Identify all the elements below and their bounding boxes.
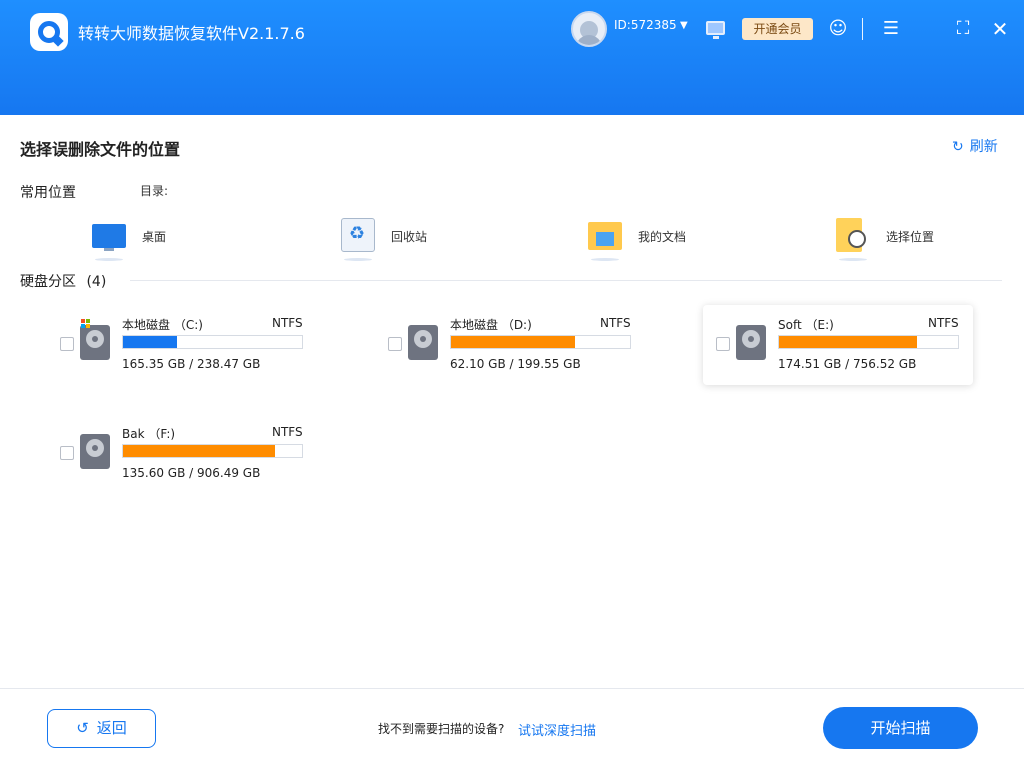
location-label: 我的文档 <box>638 230 687 244</box>
partition-title: 硬盘分区 <box>20 274 76 290</box>
deep-scan-link[interactable]: 试试深度扫描 <box>518 720 596 739</box>
refresh-label: 刷新 <box>969 139 998 155</box>
divider <box>862 18 863 40</box>
select-location-icon <box>836 218 866 252</box>
drive-filesystem: NTFS <box>600 316 631 330</box>
drive-filesystem: NTFS <box>928 316 959 330</box>
refresh-button[interactable]: ↻ 刷新 <box>952 136 998 156</box>
documents-folder-icon <box>588 222 622 250</box>
directory-label: 目录: <box>140 184 169 198</box>
location-select[interactable]: 选择位置 <box>836 218 946 264</box>
start-scan-button[interactable]: 开始扫描 <box>823 707 978 749</box>
drive-name: 本地磁盘 （D:) <box>450 318 532 332</box>
location-recycle-bin[interactable]: 回收站 <box>341 218 441 264</box>
app-window: 转转大师数据恢复软件V2.1.7.6 ID:572385 ▼ 开通会员 ☺ ☰ … <box>0 0 1024 768</box>
drive-e[interactable]: Soft （E:) NTFS 174.51 GB / 756.52 GB <box>703 305 973 385</box>
monitor-icon[interactable] <box>706 21 725 39</box>
usage-bar-fill <box>451 336 575 348</box>
drive-c[interactable]: 本地磁盘 （C:) NTFS 165.35 GB / 238.47 GB <box>60 305 328 385</box>
partition-section-title: 硬盘分区 (4) <box>20 271 106 291</box>
drive-size: 62.10 GB / 199.55 GB <box>450 357 581 371</box>
common-locations-label: 常用位置 <box>20 185 76 201</box>
recycle-bin-icon <box>341 218 375 252</box>
hard-disk-icon <box>736 325 766 360</box>
location-label: 选择位置 <box>886 230 935 244</box>
drive-filesystem: NTFS <box>272 425 303 439</box>
location-documents[interactable]: 我的文档 <box>588 218 698 264</box>
drive-size: 135.60 GB / 906.49 GB <box>122 466 261 480</box>
location-label: 桌面 <box>142 230 167 244</box>
menu-icon[interactable]: ☰ <box>880 18 902 40</box>
drive-name: 本地磁盘 （C:) <box>122 318 203 332</box>
hard-disk-icon <box>408 325 438 360</box>
partition-count: (4) <box>86 274 107 290</box>
usage-bar-fill <box>123 336 177 348</box>
back-button[interactable]: ↺ 返回 <box>47 709 156 748</box>
back-label: 返回 <box>96 719 127 737</box>
drive-checkbox[interactable] <box>388 337 402 351</box>
page-title: 选择误删除文件的位置 <box>20 140 181 159</box>
windows-icon <box>81 319 91 329</box>
divider <box>0 688 1024 689</box>
avatar[interactable] <box>571 11 607 47</box>
location-desktop[interactable]: 桌面 <box>92 218 182 264</box>
close-icon[interactable]: ✕ <box>989 18 1011 40</box>
drive-name: Soft （E:) <box>778 318 834 332</box>
back-arrow-icon: ↺ <box>76 719 89 737</box>
desktop-icon <box>92 224 126 251</box>
usage-bar-fill <box>123 445 276 457</box>
usage-bar-fill <box>779 336 917 348</box>
hint-text: 找不到需要扫描的设备? <box>378 722 505 736</box>
user-id[interactable]: ID:572385 <box>614 18 677 32</box>
usage-bar <box>450 335 631 349</box>
drive-name: Bak （F:) <box>122 427 176 441</box>
drive-checkbox[interactable] <box>716 337 730 351</box>
usage-bar <box>778 335 959 349</box>
drive-d[interactable]: 本地磁盘 （D:) NTFS 62.10 GB / 199.55 GB <box>388 305 656 385</box>
location-label: 回收站 <box>391 230 428 244</box>
usage-bar <box>122 444 303 458</box>
usage-bar <box>122 335 303 349</box>
drive-checkbox[interactable] <box>60 337 74 351</box>
hard-disk-icon <box>80 434 110 469</box>
app-title: 转转大师数据恢复软件V2.1.7.6 <box>78 24 305 43</box>
drive-checkbox[interactable] <box>60 446 74 460</box>
drive-filesystem: NTFS <box>272 316 303 330</box>
chevron-down-icon[interactable]: ▼ <box>680 20 688 31</box>
vip-button[interactable]: 开通会员 <box>742 18 813 40</box>
app-logo <box>30 13 68 51</box>
title-bar: 转转大师数据恢复软件V2.1.7.6 ID:572385 ▼ 开通会员 ☺ ☰ … <box>0 0 1024 115</box>
hard-disk-icon <box>80 325 110 360</box>
drive-size: 165.35 GB / 238.47 GB <box>122 357 261 371</box>
fullscreen-icon[interactable]: ⛶ <box>952 18 974 40</box>
support-icon[interactable]: ☺ <box>827 18 849 40</box>
drive-f[interactable]: Bak （F:) NTFS 135.60 GB / 906.49 GB <box>60 414 328 494</box>
divider <box>130 280 1002 281</box>
drive-size: 174.51 GB / 756.52 GB <box>778 357 917 371</box>
refresh-icon: ↻ <box>952 139 964 155</box>
